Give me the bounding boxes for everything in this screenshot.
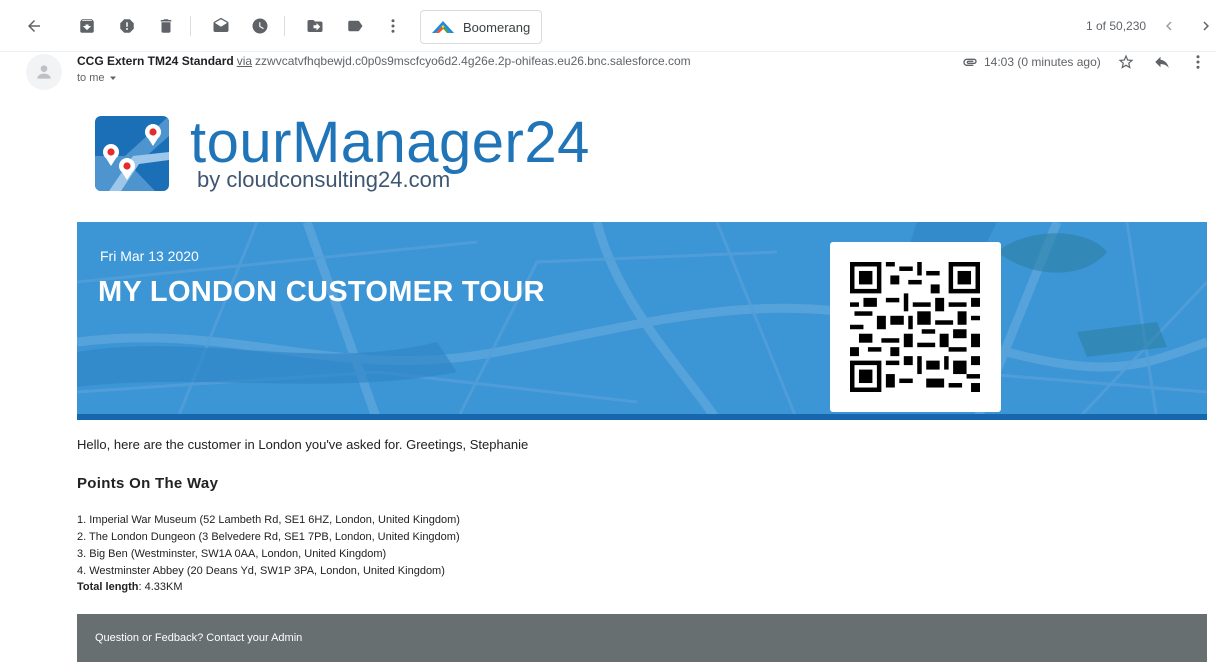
total-length-value: : 4.33KM bbox=[138, 581, 183, 593]
qr-code-card bbox=[830, 242, 1001, 412]
banner-bottom-bar bbox=[77, 414, 1207, 420]
footer-contact-link[interactable]: Question or Fedback? Contact your Admin bbox=[95, 632, 302, 644]
recipient-label: to me bbox=[77, 72, 105, 84]
list-item: 4. Westminster Abbey (20 Deans Yd, SW1P … bbox=[77, 565, 445, 577]
older-button[interactable] bbox=[1190, 10, 1216, 42]
attachment-icon bbox=[963, 58, 977, 66]
tour-date: Fri Mar 13 2020 bbox=[100, 248, 199, 264]
message-more-button[interactable] bbox=[1186, 50, 1210, 74]
sender-line: CCG Extern TM24 Standard via zzwvcatvfhqbe… bbox=[77, 54, 691, 68]
tour-banner: Fri Mar 13 2020 MY LONDON CUSTOMER TOUR bbox=[77, 222, 1207, 420]
person-icon bbox=[37, 65, 51, 79]
boomerang-icon bbox=[432, 21, 454, 33]
more-options-button[interactable] bbox=[377, 10, 409, 42]
reply-button[interactable] bbox=[1150, 50, 1174, 74]
sender-name[interactable]: CCG Extern TM24 Standard bbox=[77, 54, 234, 68]
list-item: 3. Big Ben (Westminster, SW1A 0AA, Londo… bbox=[77, 548, 387, 560]
report-icon bbox=[120, 19, 134, 33]
tourmanager-logo-icon bbox=[95, 116, 169, 191]
message-pager: 1 of 50,230 bbox=[1086, 19, 1147, 33]
star-button[interactable] bbox=[1114, 50, 1138, 74]
qr-code bbox=[850, 262, 980, 392]
more-vert-icon bbox=[391, 19, 395, 33]
greeting-text: Hello, here are the customer in London y… bbox=[77, 437, 529, 452]
points-list: 1. Imperial War Museum (52 Lambeth Rd, S… bbox=[77, 513, 460, 581]
toolbar-divider bbox=[284, 16, 285, 36]
toolbar-divider bbox=[190, 16, 191, 36]
chevron-left-icon bbox=[1166, 21, 1172, 31]
total-length-label: Total length bbox=[77, 581, 139, 593]
report-spam-button[interactable] bbox=[111, 10, 143, 42]
via-link[interactable]: via bbox=[237, 54, 252, 68]
points-section-title: Points On The Way bbox=[77, 475, 219, 492]
email-footer: Question or Fedback? Contact your Admin bbox=[77, 614, 1207, 662]
chevron-right-icon bbox=[1203, 21, 1209, 31]
list-item: 1. Imperial War Museum (52 Lambeth Rd, S… bbox=[77, 514, 460, 526]
move-to-button[interactable] bbox=[299, 10, 331, 42]
snooze-button[interactable] bbox=[244, 10, 276, 42]
label-button[interactable] bbox=[339, 10, 371, 42]
more-vert-icon bbox=[1196, 55, 1200, 69]
newer-button[interactable] bbox=[1153, 10, 1185, 42]
mark-unread-button[interactable] bbox=[205, 10, 237, 42]
map-background bbox=[77, 222, 1207, 420]
clock-icon bbox=[252, 18, 268, 34]
archive-icon bbox=[80, 19, 94, 33]
list-item: 2. The London Dungeon (3 Belvedere Rd, S… bbox=[77, 531, 460, 543]
message-toolbar: Boomerang 1 of 50,230 bbox=[0, 0, 1216, 52]
label-icon bbox=[348, 20, 363, 32]
caret-down-icon bbox=[109, 76, 116, 80]
star-outline-icon bbox=[1118, 54, 1134, 69]
sender-avatar[interactable] bbox=[26, 54, 62, 90]
arrow-back-icon bbox=[28, 20, 40, 32]
boomerang-button[interactable]: Boomerang bbox=[420, 10, 542, 44]
timestamp: 14:03 (0 minutes ago) bbox=[962, 54, 1101, 70]
archive-button[interactable] bbox=[71, 10, 103, 42]
timestamp-text: 14:03 (0 minutes ago) bbox=[984, 55, 1101, 69]
recipient-details-toggle[interactable]: to me bbox=[77, 72, 118, 84]
back-button[interactable] bbox=[18, 10, 50, 42]
sender-address: zzwvcatvfhqbewjd.c0p0s9mscfcyo6d2.4g26e.… bbox=[255, 54, 691, 68]
delete-button[interactable] bbox=[150, 10, 182, 42]
folder-move-icon bbox=[307, 20, 323, 32]
mail-open-icon bbox=[213, 17, 229, 32]
reply-icon bbox=[1155, 56, 1169, 68]
tour-title: MY LONDON CUSTOMER TOUR bbox=[98, 276, 545, 308]
logo-subtitle: by cloudconsulting24.com bbox=[197, 167, 451, 192]
trash-icon bbox=[160, 19, 172, 33]
total-length: Total length: 4.33KM bbox=[77, 581, 183, 593]
boomerang-label: Boomerang bbox=[463, 19, 531, 35]
